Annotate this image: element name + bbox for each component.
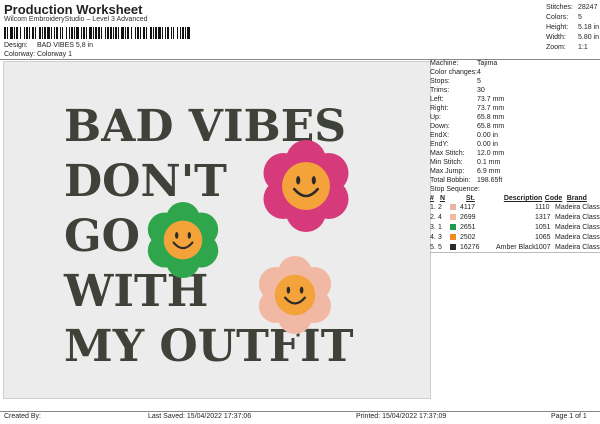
thread-color-swatch bbox=[450, 234, 456, 240]
design-row: Design: BAD VIBES 5,8 in bbox=[4, 42, 93, 49]
page-title: Production Worksheet bbox=[4, 2, 143, 17]
stop-sequence-row: 4.325021065Madeira Classic 40 bbox=[430, 234, 600, 241]
info-row: EndX: 0.00 in bbox=[430, 132, 499, 139]
colorway-label: Colorway: bbox=[4, 51, 36, 58]
info-row: Machine: Tajima bbox=[430, 60, 498, 67]
info-divider bbox=[430, 252, 600, 253]
stat-height: Height: 5.18 in bbox=[546, 24, 600, 31]
thread-color-swatch bbox=[450, 224, 456, 230]
stop-sequence-row: 1.241171110Madeira Classic 40 bbox=[430, 204, 600, 211]
machine-info-panel: Machine: Tajima Color changes:4 Stops: 5 Trim… bbox=[430, 59, 600, 253]
stop-sequence-row: 2.426991317Madeira Classic 40 bbox=[430, 214, 600, 221]
created-by: Created By: bbox=[4, 413, 41, 420]
printed-date: Printed: 15/04/2022 17:37:09 bbox=[356, 413, 447, 420]
info-row: Color changes:4 bbox=[430, 69, 481, 76]
info-row: Total Bobbin: 198.65ft bbox=[430, 177, 503, 184]
stat-width: Width: 5.80 in bbox=[546, 34, 600, 41]
design-preview: BAD VIBES DON'T GO WITH MY OUTFIT bbox=[3, 61, 431, 399]
page-number: Page 1 of 1 bbox=[551, 413, 587, 420]
stop-sequence-title: Stop Sequence: bbox=[430, 186, 480, 193]
barcode bbox=[4, 27, 190, 39]
info-row: Trims: 30 bbox=[430, 87, 485, 94]
colorway-row: Colorway: Colorway 1 bbox=[4, 51, 72, 58]
thread-color-swatch bbox=[450, 214, 456, 220]
thread-color-swatch bbox=[450, 204, 456, 210]
info-row: EndY: 0.00 in bbox=[430, 141, 499, 148]
stat-colors: Colors: 5 bbox=[546, 14, 582, 21]
design-artwork: BAD VIBES DON'T GO WITH MY OUTFIT bbox=[63, 101, 354, 372]
thread-color-swatch bbox=[450, 244, 456, 250]
design-text-line-2: DON'T bbox=[64, 156, 227, 207]
stop-sequence-row: 3.126511051Madeira Classic 40 bbox=[430, 224, 600, 231]
last-saved: Last Saved: 15/04/2022 17:37:06 bbox=[148, 413, 252, 420]
footer-divider bbox=[0, 411, 600, 412]
stat-stitches: Stitches: 28247 bbox=[546, 4, 598, 11]
design-label: Design: bbox=[4, 42, 28, 49]
pink-flower bbox=[263, 140, 349, 232]
design-text-line-5: MY OUTFIT bbox=[64, 321, 354, 372]
software-subtitle: Wilcom EmbroideryStudio – Level 3 Advanc… bbox=[4, 16, 148, 23]
stats-panel: Stitches: 28247 Colors: 5 Height: 5.18 in W… bbox=[546, 3, 599, 53]
info-row: Max Stitch: 12.0 mm bbox=[430, 150, 505, 157]
info-row: Up: 65.8 mm bbox=[430, 114, 505, 121]
colorway-value: Colorway 1 bbox=[36, 51, 72, 58]
stat-zoom: Zoom: 1:1 bbox=[546, 44, 588, 51]
info-row: Left: 73.7 mm bbox=[430, 96, 505, 103]
info-row: Min Stitch: 0.1 mm bbox=[430, 159, 501, 166]
design-value: BAD VIBES 5,8 in bbox=[36, 42, 93, 49]
info-row: Right: 73.7 mm bbox=[430, 105, 505, 112]
design-text-line-3: GO bbox=[64, 211, 140, 262]
info-row: Max Jump: 6.9 mm bbox=[430, 168, 501, 175]
info-row: Down: 65.8 mm bbox=[430, 123, 505, 130]
stop-sequence-header: # N St. Description Code Brand bbox=[430, 195, 587, 202]
info-row: Stops: 5 bbox=[430, 78, 481, 85]
